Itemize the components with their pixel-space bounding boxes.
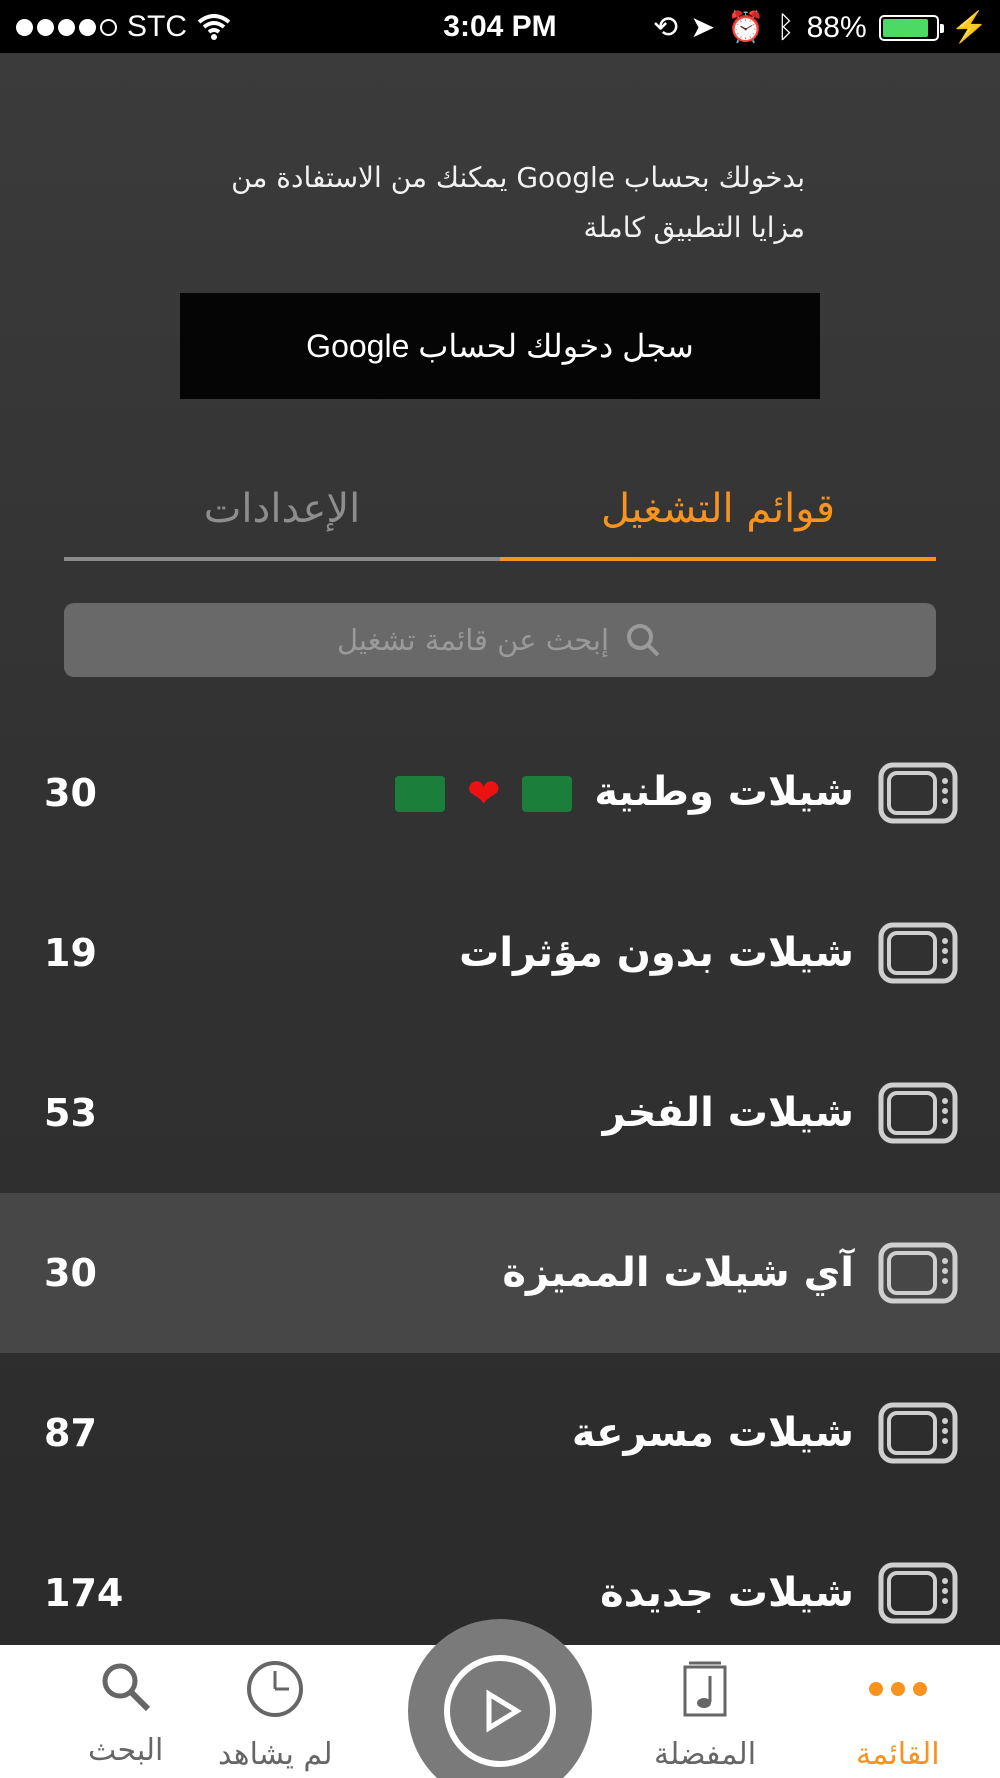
status-bar: STC 3:04 PM ⟲ ➤ ⏰ ᛒ 88% ⚡ (0, 0, 1000, 53)
tv-icon (878, 1402, 958, 1464)
tab-favorites-label: المفضلة (654, 1737, 757, 1772)
tv-icon (878, 1242, 958, 1304)
playlist-title: آي شيلات المميزة (502, 1250, 854, 1296)
playlist-title: شيلات مسرعة (571, 1410, 854, 1456)
playlist-count: 30 (44, 1251, 97, 1295)
location-icon: ➤ (690, 11, 716, 44)
tab-playlists[interactable]: قوائم التشغيل (500, 461, 936, 561)
playlist-row-selected[interactable]: آي شيلات المميزة 30 (0, 1193, 1000, 1353)
play-icon (486, 1689, 522, 1733)
search-icon (627, 624, 660, 657)
tab-favorites[interactable]: المفضلة (654, 1659, 756, 1772)
music-note-icon (683, 1661, 727, 1717)
login-intro-text: بدخولك بحساب Google يمكنك من الاستفادة م… (231, 161, 805, 244)
tab-menu[interactable]: القائمة (856, 1659, 940, 1772)
tab-menu-label: القائمة (856, 1737, 940, 1772)
status-right: ⟲ ➤ ⏰ ᛒ 88% ⚡ (653, 10, 988, 45)
more-dots-icon (868, 1682, 927, 1696)
tv-icon (878, 762, 958, 824)
tv-icon (878, 922, 958, 984)
tab-search[interactable]: البحث (88, 1659, 163, 1768)
playlist-title-text: شيلات وطنية (594, 769, 854, 815)
charging-icon: ⚡ (950, 11, 988, 44)
saudi-flag-icon (395, 776, 446, 812)
battery-icon (878, 14, 944, 41)
bluetooth-icon: ᛒ (776, 10, 795, 44)
playlist-count: 53 (44, 1091, 97, 1135)
playlist-count: 87 (44, 1411, 97, 1455)
search-placeholder: إبحث عن قائمة تشغيل (336, 623, 610, 657)
playlist-row[interactable]: شيلات بدون مؤثرات 19 (0, 873, 1000, 1033)
playlist-count: 19 (44, 931, 97, 975)
tab-not-watched[interactable]: لم يشاهد (218, 1659, 332, 1772)
saudi-flag-icon (522, 776, 573, 812)
playlist-title: شيلات وطنية ❤ (395, 769, 854, 817)
playlist-title: شيلات بدون مؤثرات (459, 930, 854, 976)
tab-search-label: البحث (88, 1733, 164, 1768)
playlist-row[interactable]: شيلات الفخر 53 (0, 1033, 1000, 1193)
play-icon-ring (444, 1655, 556, 1767)
heart-icon: ❤ (467, 771, 501, 817)
search-input[interactable]: إبحث عن قائمة تشغيل (64, 603, 936, 677)
playlist-row[interactable]: شيلات مسرعة 87 (0, 1353, 1000, 1513)
playlist-count: 174 (44, 1571, 124, 1615)
tv-icon (878, 1082, 958, 1144)
alarm-icon: ⏰ (727, 11, 765, 44)
tab-settings[interactable]: الإعدادات (64, 461, 500, 561)
playlist-row[interactable]: شيلات وطنية ❤ 30 (0, 713, 1000, 873)
tv-icon (878, 1562, 958, 1624)
main-panel: بدخولك بحساب Google يمكنك من الاستفادة م… (0, 53, 1000, 1645)
clock-icon (247, 1661, 304, 1717)
tab-not-watched-label: لم يشاهد (218, 1737, 333, 1772)
battery-percent: 88% (806, 10, 867, 44)
playlist-title: شيلات الفخر (602, 1090, 854, 1136)
search-icon (102, 1663, 150, 1712)
rotation-lock-icon: ⟲ (652, 11, 679, 44)
playlist-count: 30 (44, 771, 97, 815)
tab-bar-top: الإعدادات قوائم التشغيل (64, 461, 936, 561)
google-signin-button[interactable]: سجل دخولك لحساب Google (180, 293, 820, 399)
playlist-title: شيلات جديدة (600, 1570, 854, 1616)
playlist-list: شيلات وطنية ❤ 30 شيلات بدون مؤثرات 19 شي… (0, 713, 1000, 1673)
